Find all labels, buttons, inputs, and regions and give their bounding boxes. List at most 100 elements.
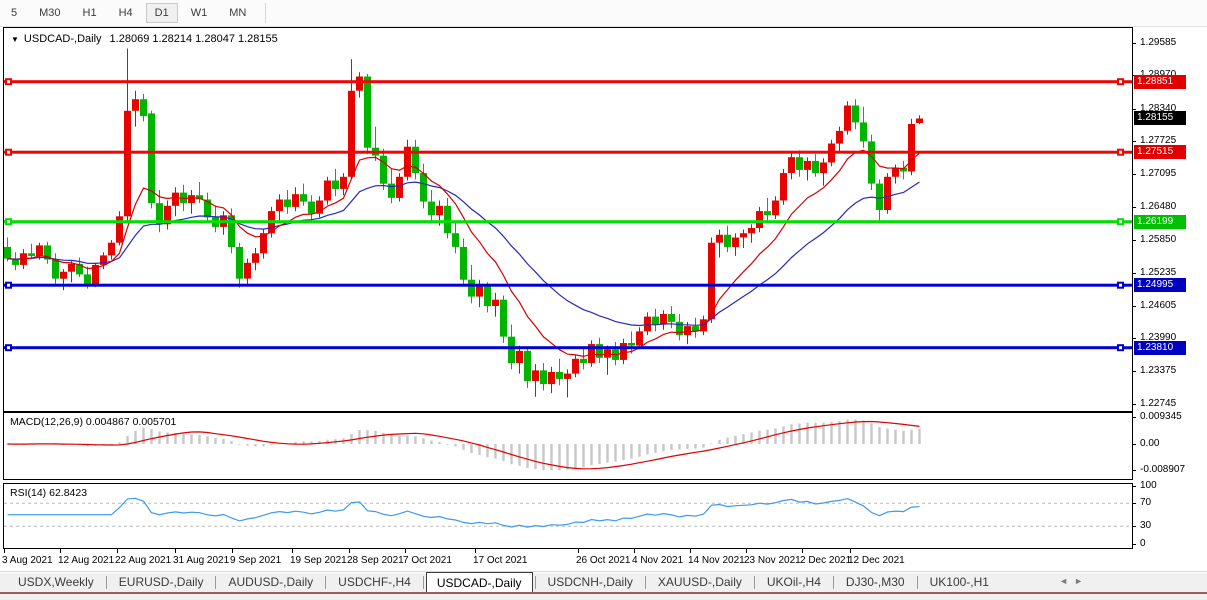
timeframe-toolbar: 5M30H1H4D1W1MN bbox=[0, 0, 1207, 27]
date-tick bbox=[746, 549, 747, 553]
date-label: 4 Nov 2021 bbox=[632, 555, 683, 566]
rsi-pane[interactable]: RSI(14) 62.8423 bbox=[3, 483, 1133, 549]
date-label: 12 Aug 2021 bbox=[58, 555, 114, 566]
price-tick-1.22745: 1.22745 bbox=[1140, 398, 1176, 409]
price-tick-1.23375-tick bbox=[1132, 371, 1136, 372]
timeframe-button-h4[interactable]: H4 bbox=[110, 3, 142, 23]
chart-title: ▼ USDCAD-,Daily 1.28069 1.28214 1.28047 1.… bbox=[11, 33, 278, 45]
tab-separator bbox=[754, 576, 755, 589]
timeframe-button-d1[interactable]: D1 bbox=[146, 3, 178, 23]
timeframe-button-m30[interactable]: M30 bbox=[30, 3, 69, 23]
date-tick bbox=[292, 549, 293, 553]
price-tick-1.25235-tick bbox=[1132, 273, 1136, 274]
price-tick-1.26480-tick bbox=[1132, 207, 1136, 208]
chart-tab-xauusd-daily[interactable]: XAUUSD-,Daily bbox=[648, 573, 752, 592]
rsi-tick-100: 100 bbox=[1140, 480, 1157, 491]
tab-separator bbox=[325, 576, 326, 589]
mt4-chart-window: 5M30H1H4D1W1MN ▼ USDCAD-,Daily 1.28069 1.2… bbox=[0, 0, 1207, 600]
chart-tab-eurusd-daily[interactable]: EURUSD-,Daily bbox=[109, 573, 214, 592]
rsi-tick-30-tick bbox=[1132, 526, 1136, 527]
timeframe-button-mn[interactable]: MN bbox=[220, 3, 255, 23]
price-tick-1.24605-tick bbox=[1132, 306, 1136, 307]
main-chart-pane[interactable]: ▼ USDCAD-,Daily 1.28069 1.28214 1.28047 1.… bbox=[3, 27, 1133, 412]
price-tick-1.23990-tick bbox=[1132, 338, 1136, 339]
date-tick bbox=[232, 549, 233, 553]
date-label: 19 Sep 2021 bbox=[290, 555, 347, 566]
price-tick-1.26480: 1.26480 bbox=[1140, 201, 1176, 212]
rsi-label: RSI(14) 62.8423 bbox=[10, 487, 87, 499]
date-label: 22 Aug 2021 bbox=[115, 555, 171, 566]
macd-tick--0.008907: -0.008907 bbox=[1140, 464, 1185, 475]
timeframe-button-h1[interactable]: H1 bbox=[74, 3, 106, 23]
date-tick bbox=[349, 549, 350, 553]
date-label: 31 Aug 2021 bbox=[173, 555, 229, 566]
macd-tick--0.008907-tick bbox=[1132, 470, 1136, 471]
chart-tab-dj30-m30[interactable]: DJ30-,M30 bbox=[836, 573, 915, 592]
price-tick-1.25850: 1.25850 bbox=[1140, 234, 1176, 245]
chart-tab-usdcad-daily[interactable]: USDCAD-,Daily bbox=[426, 572, 533, 594]
date-label: 28 Sep 2021 bbox=[347, 555, 404, 566]
date-label: 26 Oct 2021 bbox=[576, 555, 630, 566]
rsi-canvas bbox=[4, 484, 1132, 546]
tab-scroll-right-icon[interactable]: ► bbox=[1074, 576, 1089, 586]
price-tick-1.29585: 1.29585 bbox=[1140, 37, 1176, 48]
price-tick-1.22745-tick bbox=[1132, 404, 1136, 405]
chart-tab-uk100-h1[interactable]: UK100-,H1 bbox=[920, 573, 999, 592]
date-tick bbox=[578, 549, 579, 553]
rsi-tick-0-tick bbox=[1132, 544, 1136, 545]
rsi-tick-70-tick bbox=[1132, 503, 1136, 504]
date-label: 12 Dec 2021 bbox=[848, 555, 905, 566]
current-price-badge[interactable]: 1.28155 bbox=[1134, 111, 1186, 125]
toolbar-separator bbox=[265, 3, 266, 23]
date-label: 23 Nov 2021 bbox=[744, 555, 801, 566]
collapse-triangle-icon[interactable]: ▼ bbox=[11, 35, 19, 44]
price-tick-1.25850-tick bbox=[1132, 240, 1136, 241]
tab-separator bbox=[833, 576, 834, 589]
date-label: 7 Oct 2021 bbox=[403, 555, 452, 566]
level-price-badge-1.23810[interactable]: 1.23810 bbox=[1134, 341, 1186, 355]
chart-tab-usdcnh-daily[interactable]: USDCNH-,Daily bbox=[538, 573, 643, 592]
chart-symbol-label: USDCAD-,Daily bbox=[24, 33, 102, 45]
chart-tab-usdchf-h4[interactable]: USDCHF-,H4 bbox=[328, 573, 421, 592]
date-label: 3 Aug 2021 bbox=[2, 555, 53, 566]
price-tick-1.29585-tick bbox=[1132, 43, 1136, 44]
tabbar-bottom-ridge bbox=[0, 592, 1207, 594]
date-tick bbox=[117, 549, 118, 553]
date-label: 2 Dec 2021 bbox=[800, 555, 851, 566]
date-tick bbox=[60, 549, 61, 553]
tab-scroll-left-icon[interactable]: ◄ bbox=[1059, 576, 1074, 586]
date-tick bbox=[634, 549, 635, 553]
rsi-value: 62.8423 bbox=[49, 487, 87, 499]
date-tick bbox=[475, 549, 476, 553]
chart-ohlc-values: 1.28069 1.28214 1.28047 1.28155 bbox=[110, 33, 278, 45]
date-tick bbox=[175, 549, 176, 553]
rsi-tick-70: 70 bbox=[1140, 497, 1151, 508]
tab-separator bbox=[215, 576, 216, 589]
price-tick-1.23375: 1.23375 bbox=[1140, 365, 1176, 376]
date-axis: 3 Aug 2021 12 Aug 202122 Aug 202131 Aug 2… bbox=[0, 549, 1131, 571]
date-tick bbox=[850, 549, 851, 553]
date-label: 9 Sep 2021 bbox=[230, 555, 281, 566]
tab-separator bbox=[645, 576, 646, 589]
candlestick-canvas[interactable] bbox=[4, 28, 1132, 411]
price-tick-1.27095: 1.27095 bbox=[1140, 168, 1176, 179]
macd-tick-0.009345-tick bbox=[1132, 417, 1136, 418]
macd-tick-0.00-tick bbox=[1132, 444, 1136, 445]
timeframe-button-w1[interactable]: W1 bbox=[182, 3, 217, 23]
date-tick bbox=[4, 549, 5, 553]
date-label: 14 Nov 2021 bbox=[688, 555, 745, 566]
date-tick bbox=[802, 549, 803, 553]
date-label: 17 Oct 2021 bbox=[473, 555, 527, 566]
statusbar-divider bbox=[0, 571, 1207, 572]
level-price-badge-1.27515[interactable]: 1.27515 bbox=[1134, 145, 1186, 159]
macd-pane[interactable]: MACD(12,26,9) 0.004867 0.005701 bbox=[3, 412, 1133, 480]
chart-tab-audusd-daily[interactable]: AUDUSD-,Daily bbox=[218, 573, 323, 592]
price-tick-1.27095-tick bbox=[1132, 174, 1136, 175]
chart-tab-usdx-weekly[interactable]: USDX,Weekly bbox=[8, 573, 104, 592]
level-price-badge-1.28851[interactable]: 1.28851 bbox=[1134, 75, 1186, 89]
timeframe-button-5[interactable]: 5 bbox=[2, 3, 26, 23]
chart-tab-ukoil-h4[interactable]: UKOil-,H4 bbox=[757, 573, 831, 592]
level-price-badge-1.24995[interactable]: 1.24995 bbox=[1134, 278, 1186, 292]
tab-separator bbox=[535, 576, 536, 589]
level-price-badge-1.26199[interactable]: 1.26199 bbox=[1134, 215, 1186, 229]
